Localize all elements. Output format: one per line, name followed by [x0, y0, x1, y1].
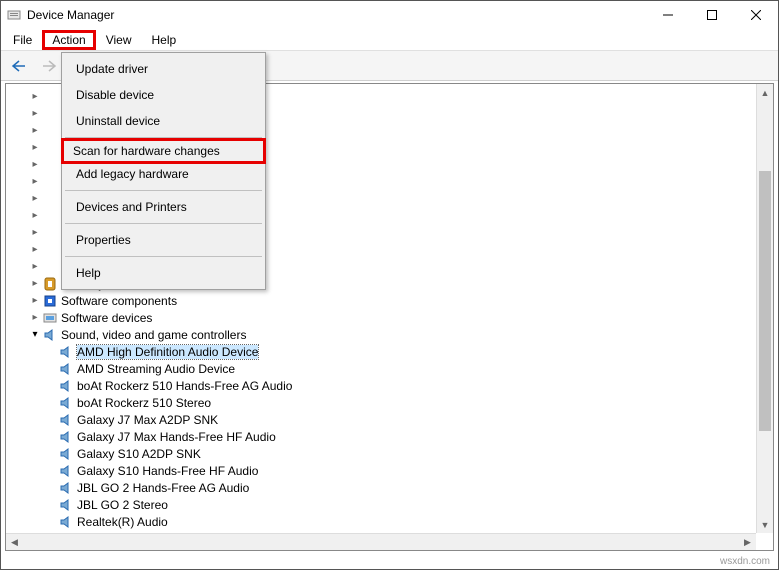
minimize-button[interactable]: [646, 1, 690, 29]
device-manager-window: Device Manager File Action View Help: [0, 0, 779, 570]
menu-devices-printers[interactable]: Devices and Printers: [64, 194, 263, 220]
menu-separator: [65, 256, 262, 257]
speaker-icon: [58, 396, 74, 410]
speaker-icon: [58, 413, 74, 427]
back-button[interactable]: [7, 54, 31, 78]
software-device-icon: [42, 311, 58, 325]
chevron-right-icon[interactable]: ▸: [28, 125, 42, 136]
chevron-right-icon[interactable]: ▸: [28, 159, 42, 170]
speaker-icon: [58, 515, 74, 529]
scroll-right-icon[interactable]: ▶: [739, 534, 756, 551]
speaker-icon: [58, 481, 74, 495]
speaker-icon: [58, 498, 74, 512]
speaker-icon: [58, 345, 74, 359]
speaker-icon: [42, 328, 58, 342]
tree-label: JBL GO 2 Stereo: [77, 498, 168, 512]
tree-label: Galaxy S10 A2DP SNK: [77, 447, 201, 461]
chevron-right-icon[interactable]: ▸: [28, 227, 42, 238]
chevron-right-icon[interactable]: ▸: [28, 142, 42, 153]
tree-row-sound-child[interactable]: Galaxy S10 Hands-Free HF Audio: [8, 462, 773, 479]
menu-view[interactable]: View: [96, 31, 142, 49]
tree-row-software-components[interactable]: ▸ Software components: [8, 292, 773, 309]
scroll-down-icon[interactable]: ▼: [757, 516, 773, 533]
chevron-right-icon[interactable]: ▸: [28, 295, 42, 306]
scroll-up-icon[interactable]: ▲: [757, 84, 773, 101]
scroll-left-icon[interactable]: ◀: [6, 534, 23, 551]
tree-label: JBL GO 2 Hands-Free AG Audio: [77, 481, 249, 495]
close-button[interactable]: [734, 1, 778, 29]
tree-row-sound-child[interactable]: JBL GO 2 Hands-Free AG Audio: [8, 479, 773, 496]
vertical-scrollbar[interactable]: ▲ ▼: [756, 84, 773, 533]
window-controls: [646, 1, 778, 29]
menu-separator: [65, 223, 262, 224]
tree-row-sound-child[interactable]: boAt Rockerz 510 Stereo: [8, 394, 773, 411]
chevron-right-icon[interactable]: ▸: [28, 108, 42, 119]
chevron-right-icon[interactable]: ▸: [28, 312, 42, 323]
menu-disable-device[interactable]: Disable device: [64, 82, 263, 108]
speaker-icon: [58, 464, 74, 478]
forward-button[interactable]: [37, 54, 61, 78]
tree-label: Realtek(R) Audio: [77, 515, 168, 529]
menu-help[interactable]: Help: [142, 31, 187, 49]
tree-label: Software components: [61, 294, 177, 308]
chevron-right-icon[interactable]: ▸: [28, 210, 42, 221]
menu-add-legacy[interactable]: Add legacy hardware: [64, 161, 263, 187]
chevron-right-icon[interactable]: ▸: [28, 244, 42, 255]
tree-row-sound-child[interactable]: AMD High Definition Audio Device: [8, 343, 773, 360]
menu-file[interactable]: File: [3, 31, 42, 49]
tree-row-sound-child[interactable]: Galaxy J7 Max A2DP SNK: [8, 411, 773, 428]
menu-action[interactable]: Action: [42, 30, 95, 50]
action-menu: Update driver Disable device Uninstall d…: [61, 52, 266, 290]
app-icon: [7, 8, 21, 22]
tree-row-sound-category[interactable]: ▾ Sound, video and game controllers: [8, 326, 773, 343]
speaker-icon: [58, 362, 74, 376]
speaker-icon: [58, 430, 74, 444]
tree-label: Galaxy J7 Max A2DP SNK: [77, 413, 218, 427]
tree-row-sound-child[interactable]: Galaxy S10 A2DP SNK: [8, 445, 773, 462]
menu-separator: [65, 190, 262, 191]
tree-label: Software devices: [61, 311, 152, 325]
chevron-down-icon[interactable]: ▾: [28, 329, 42, 340]
chevron-right-icon[interactable]: ▸: [28, 91, 42, 102]
component-icon: [42, 294, 58, 308]
tree-label: Sound, video and game controllers: [61, 328, 246, 342]
tree-row-sound-child[interactable]: JBL GO 2 Stereo: [8, 496, 773, 513]
window-title: Device Manager: [27, 8, 646, 22]
security-icon: [42, 277, 58, 291]
menubar: File Action View Help: [1, 29, 778, 51]
menu-uninstall-device[interactable]: Uninstall device: [64, 108, 263, 134]
tree-label: AMD High Definition Audio Device: [77, 345, 258, 359]
speaker-icon: [58, 447, 74, 461]
chevron-right-icon[interactable]: ▸: [28, 176, 42, 187]
tree-label: Galaxy J7 Max Hands-Free HF Audio: [77, 430, 276, 444]
tree-label: boAt Rockerz 510 Stereo: [77, 396, 211, 410]
tree-row-sound-child[interactable]: Galaxy J7 Max Hands-Free HF Audio: [8, 428, 773, 445]
horizontal-scrollbar[interactable]: ◀ ▶: [6, 533, 756, 550]
tree-label: Galaxy S10 Hands-Free HF Audio: [77, 464, 258, 478]
menu-help-item[interactable]: Help: [64, 260, 263, 286]
tree-row-sound-child[interactable]: boAt Rockerz 510 Hands-Free AG Audio: [8, 377, 773, 394]
tree-label: AMD Streaming Audio Device: [77, 362, 235, 376]
tree-row-sound-child[interactable]: AMD Streaming Audio Device: [8, 360, 773, 377]
titlebar: Device Manager: [1, 1, 778, 29]
scroll-thumb[interactable]: [759, 171, 771, 431]
tree-label: boAt Rockerz 510 Hands-Free AG Audio: [77, 379, 292, 393]
tree-row-software-devices[interactable]: ▸ Software devices: [8, 309, 773, 326]
menu-properties[interactable]: Properties: [64, 227, 263, 253]
tree-row-sound-child[interactable]: Realtek(R) Audio: [8, 513, 773, 530]
speaker-icon: [58, 379, 74, 393]
chevron-right-icon[interactable]: ▸: [28, 193, 42, 204]
chevron-right-icon[interactable]: ▸: [28, 261, 42, 272]
maximize-button[interactable]: [690, 1, 734, 29]
watermark: wsxdn.com: [720, 556, 770, 567]
menu-update-driver[interactable]: Update driver: [64, 56, 263, 82]
chevron-right-icon[interactable]: ▸: [28, 278, 42, 289]
